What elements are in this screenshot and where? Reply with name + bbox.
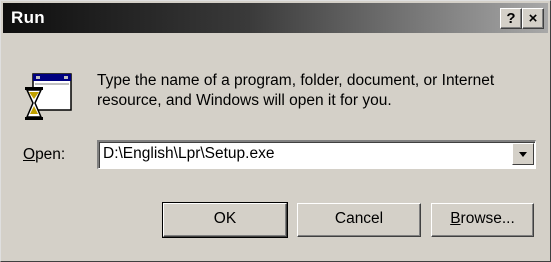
open-label-text: pen: — [35, 146, 66, 163]
run-program-icon — [25, 73, 72, 120]
help-icon: ? — [506, 10, 516, 27]
window-title: Run — [11, 8, 45, 27]
browse-button-label: rowse... — [460, 210, 515, 227]
dialog-description: Type the name of a program, folder, docu… — [97, 72, 495, 109]
open-label-accelerator: O — [23, 146, 36, 163]
browse-button[interactable]: Browse... — [431, 203, 534, 237]
open-combobox[interactable]: D:\English\Lpr\Setup.exe — [97, 140, 536, 169]
close-button[interactable]: × — [522, 8, 544, 29]
ok-button-label: OK — [213, 210, 237, 227]
open-label: Open: — [23, 146, 65, 164]
cancel-button-label: Cancel — [334, 210, 384, 227]
chevron-down-icon — [519, 152, 527, 157]
close-icon: × — [528, 10, 538, 27]
ok-button[interactable]: OK — [162, 202, 288, 238]
title-bar[interactable]: Run ? × — [3, 3, 548, 33]
open-input[interactable]: D:\English\Lpr\Setup.exe — [103, 145, 274, 163]
cancel-button[interactable]: Cancel — [297, 203, 421, 237]
help-button[interactable]: ? — [500, 8, 522, 29]
run-dialog: Run ? × Type the name of a program, fold… — [0, 0, 551, 262]
dropdown-button[interactable] — [512, 143, 534, 165]
browse-accelerator: B — [450, 210, 461, 227]
